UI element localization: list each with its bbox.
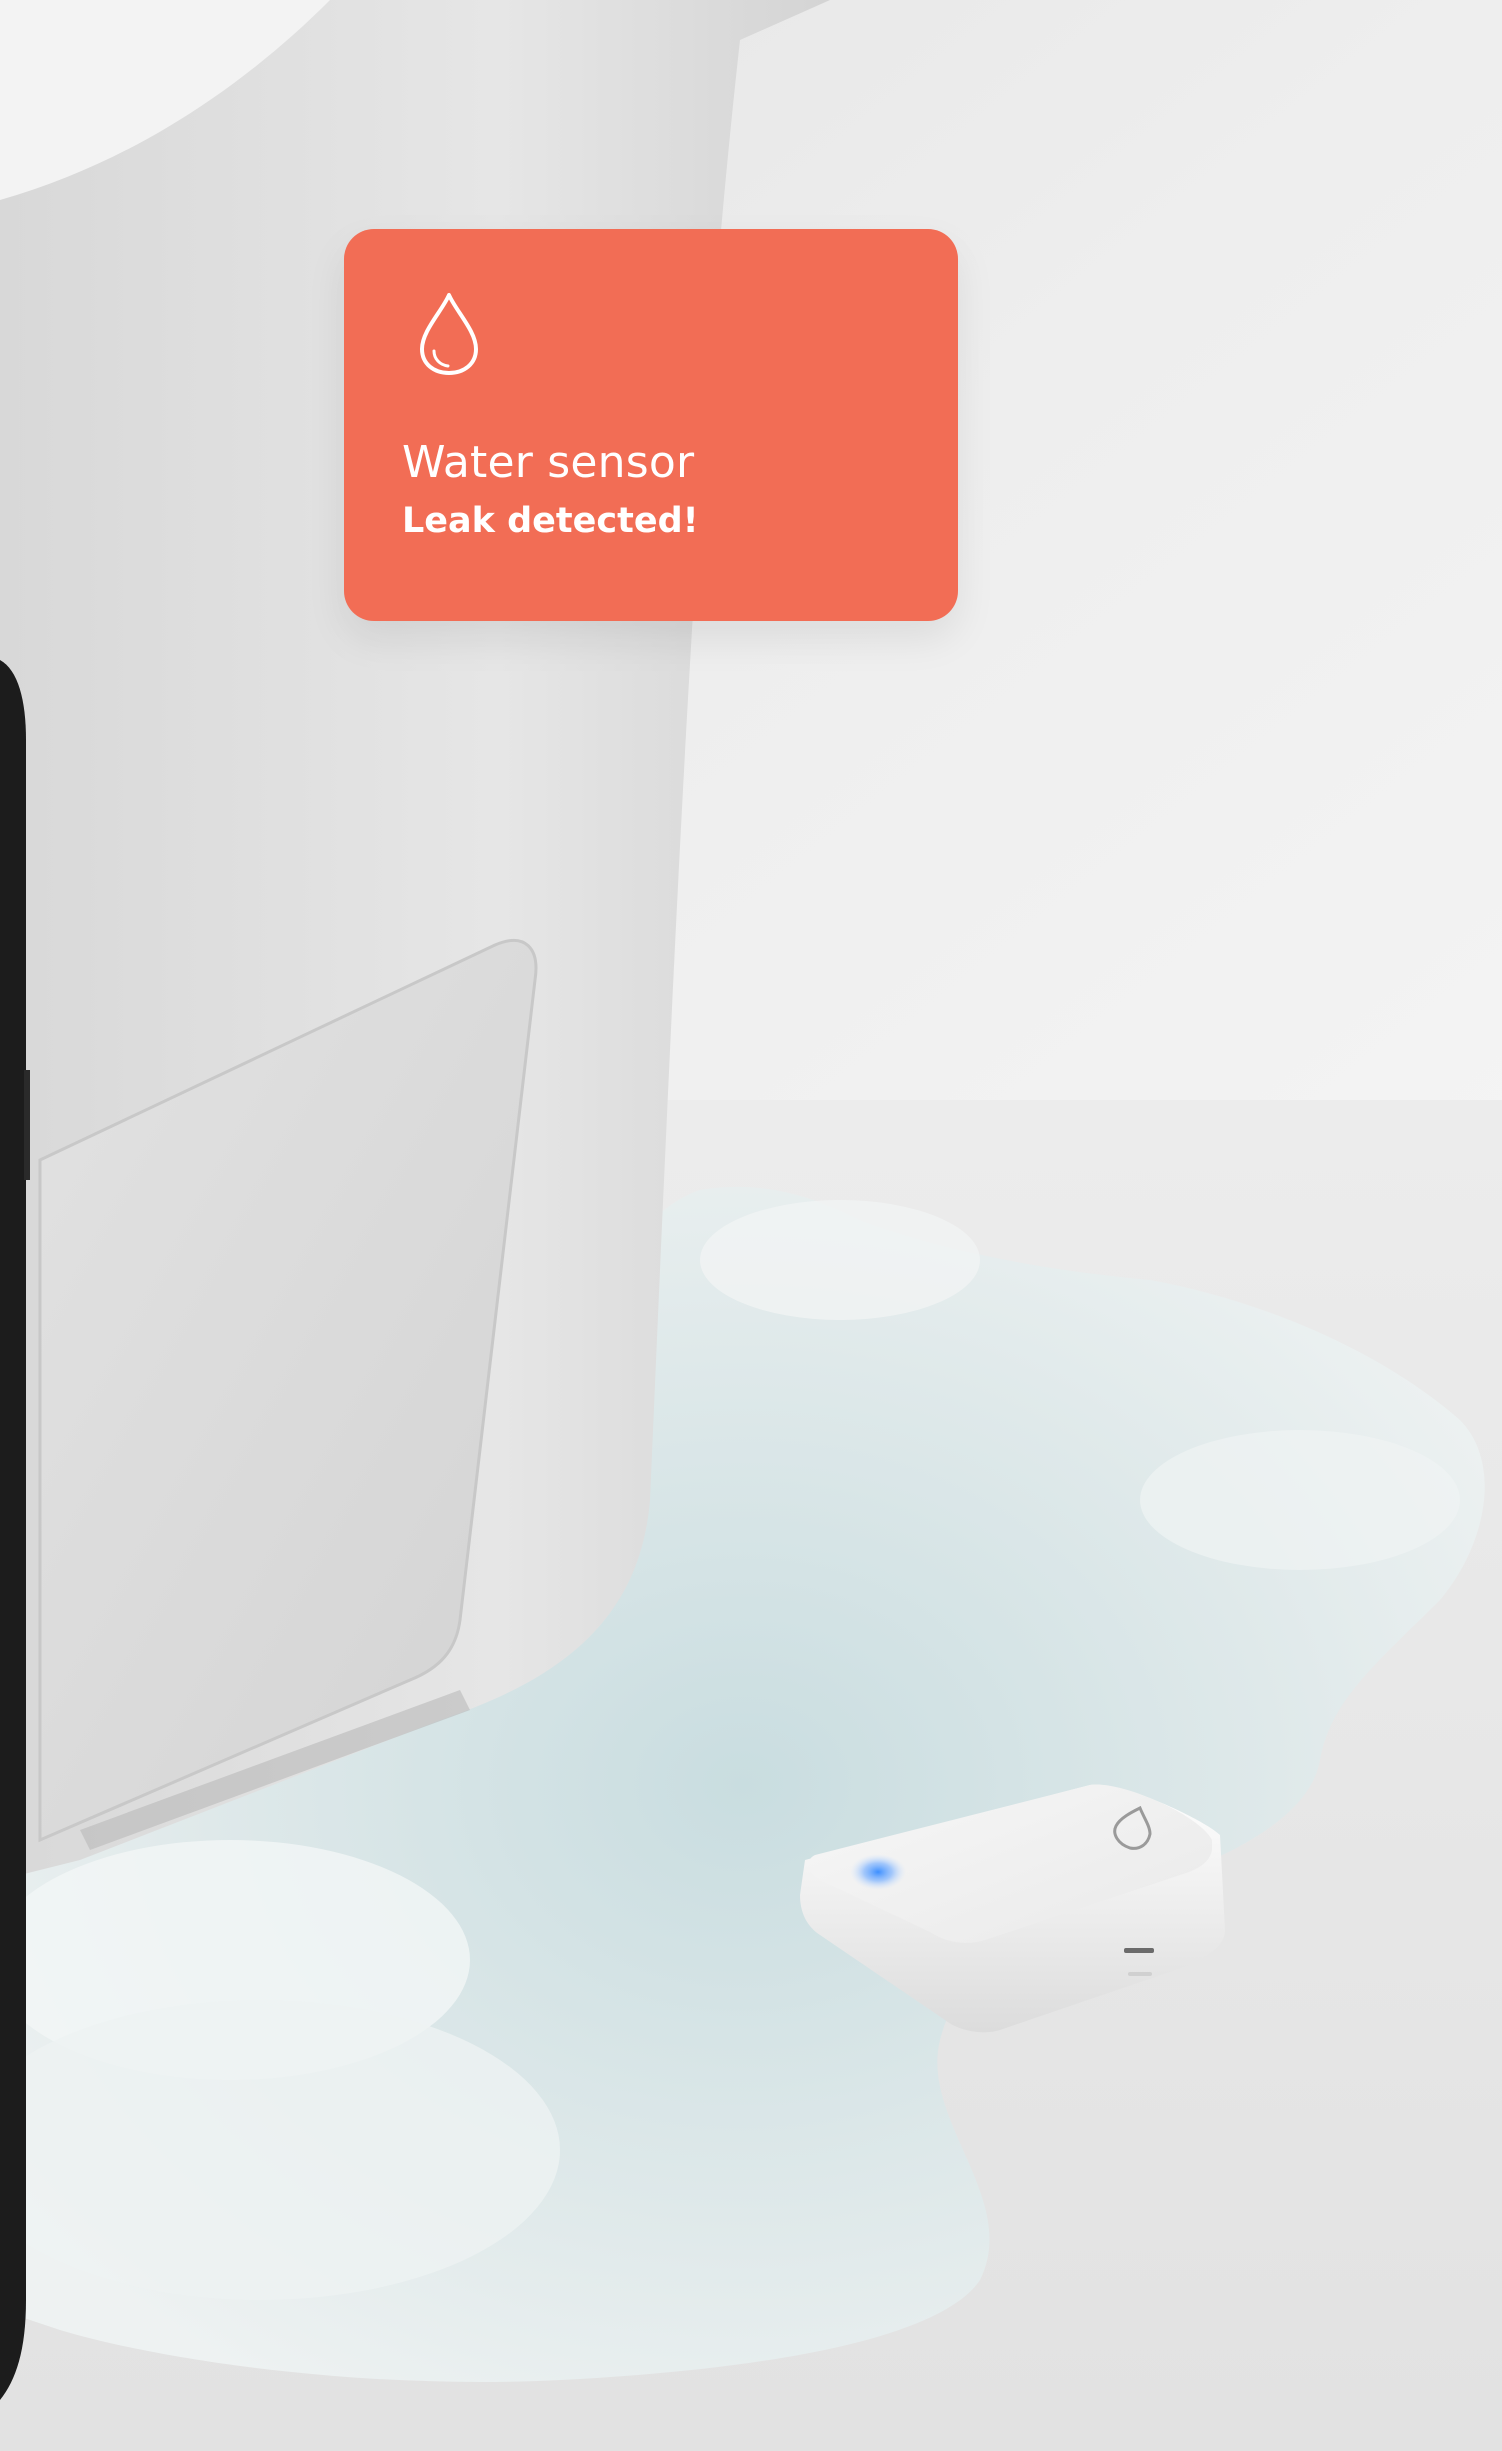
water-drop-icon bbox=[420, 293, 478, 375]
notification-title: Water sensor bbox=[402, 437, 695, 488]
leak-scene: Water sensor Leak detected! bbox=[0, 0, 1502, 2451]
notification-message: Leak detected! bbox=[402, 501, 699, 541]
phone-edge bbox=[0, 660, 26, 2400]
leak-notification-card[interactable]: Water sensor Leak detected! bbox=[344, 229, 958, 621]
